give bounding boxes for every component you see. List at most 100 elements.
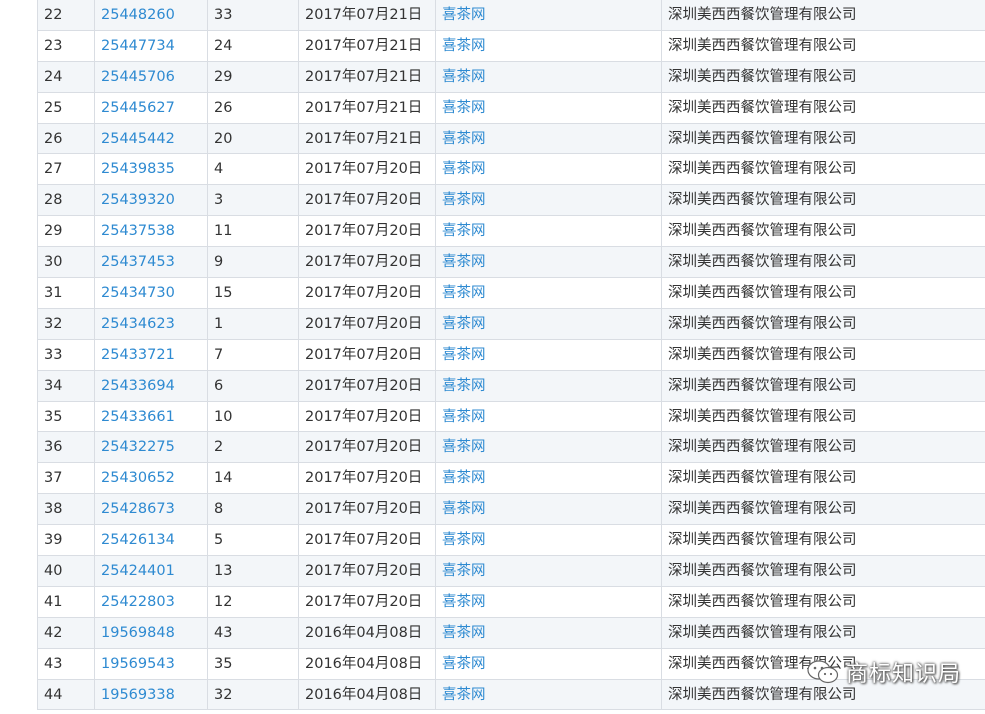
trademark-table: 22 25448260 33 2017年07月21日 喜茶网 深圳美西西餐饮管理有限公司 2… bbox=[37, 0, 985, 711]
trademark-name-link[interactable]: 喜茶网 bbox=[435, 184, 662, 217]
owner-cell: 深圳美西西餐饮管理有限公司 bbox=[661, 338, 985, 371]
date-cell: 2017年07月21日 bbox=[298, 91, 436, 124]
date-cell: 2016年04月08日 bbox=[298, 616, 436, 649]
registration-number-link[interactable]: 25433661 bbox=[94, 400, 208, 433]
registration-number-link[interactable]: 25447734 bbox=[94, 29, 208, 62]
seq-cell: 38 bbox=[37, 493, 95, 526]
registration-number-link[interactable]: 19569338 bbox=[94, 678, 208, 711]
table-row: 26 25445442 20 2017年07月21日 喜茶网 深圳美西西餐饮管理有限公司 bbox=[37, 122, 985, 155]
seq-cell: 25 bbox=[37, 91, 95, 124]
owner-cell: 深圳美西西餐饮管理有限公司 bbox=[661, 307, 985, 340]
date-cell: 2016年04月08日 bbox=[298, 678, 436, 711]
date-cell: 2017年07月20日 bbox=[298, 431, 436, 464]
table-row: 25 25445627 26 2017年07月21日 喜茶网 深圳美西西餐饮管理有限公司 bbox=[37, 91, 985, 124]
trademark-name-link[interactable]: 喜茶网 bbox=[435, 585, 662, 618]
class-cell: 24 bbox=[207, 29, 299, 62]
trademark-name-link[interactable]: 喜茶网 bbox=[435, 616, 662, 649]
trademark-name-link[interactable]: 喜茶网 bbox=[435, 122, 662, 155]
owner-cell: 深圳美西西餐饮管理有限公司 bbox=[661, 215, 985, 248]
registration-number-link[interactable]: 25426134 bbox=[94, 524, 208, 557]
registration-number-link[interactable]: 25430652 bbox=[94, 462, 208, 495]
class-cell: 15 bbox=[207, 277, 299, 309]
trademark-name-link[interactable]: 喜茶网 bbox=[435, 29, 662, 62]
registration-number-link[interactable]: 25434623 bbox=[94, 307, 208, 340]
table-row: 27 25439835 4 2017年07月20日 喜茶网 深圳美西西餐饮管理有限公司 bbox=[37, 153, 985, 186]
owner-cell: 深圳美西西餐饮管理有限公司 bbox=[661, 524, 985, 557]
class-cell: 26 bbox=[207, 91, 299, 124]
trademark-name-link[interactable]: 喜茶网 bbox=[435, 60, 662, 93]
class-cell: 11 bbox=[207, 215, 299, 248]
class-cell: 1 bbox=[207, 307, 299, 340]
class-cell: 4 bbox=[207, 153, 299, 186]
seq-cell: 32 bbox=[37, 307, 95, 340]
class-cell: 7 bbox=[207, 338, 299, 371]
owner-cell: 深圳美西西餐饮管理有限公司 bbox=[661, 91, 985, 124]
table-row: 32 25434623 1 2017年07月20日 喜茶网 深圳美西西餐饮管理有限公司 bbox=[37, 307, 985, 340]
registration-number-link[interactable]: 25445442 bbox=[94, 122, 208, 155]
registration-number-link[interactable]: 19569848 bbox=[94, 616, 208, 649]
seq-cell: 37 bbox=[37, 462, 95, 495]
owner-cell: 深圳美西西餐饮管理有限公司 bbox=[661, 122, 985, 155]
registration-number-link[interactable]: 25445706 bbox=[94, 60, 208, 93]
seq-cell: 23 bbox=[37, 29, 95, 62]
seq-cell: 41 bbox=[37, 585, 95, 618]
trademark-name-link[interactable]: 喜茶网 bbox=[435, 369, 662, 402]
registration-number-link[interactable]: 25439320 bbox=[94, 184, 208, 217]
owner-cell: 深圳美西西餐饮管理有限公司 bbox=[661, 616, 985, 649]
registration-number-link[interactable]: 25433694 bbox=[94, 369, 208, 402]
seq-cell: 35 bbox=[37, 400, 95, 433]
trademark-name-link[interactable]: 喜茶网 bbox=[435, 400, 662, 433]
registration-number-link[interactable]: 25445627 bbox=[94, 91, 208, 124]
trademark-name-link[interactable]: 喜茶网 bbox=[435, 215, 662, 248]
seq-cell: 24 bbox=[37, 60, 95, 93]
owner-cell: 深圳美西西餐饮管理有限公司 bbox=[661, 431, 985, 464]
registration-number-link[interactable]: 25437453 bbox=[94, 246, 208, 279]
trademark-name-link[interactable]: 喜茶网 bbox=[435, 246, 662, 279]
trademark-name-link[interactable]: 喜茶网 bbox=[435, 91, 662, 124]
trademark-name-link[interactable]: 喜茶网 bbox=[435, 462, 662, 495]
table-row: 41 25422803 12 2017年07月20日 喜茶网 深圳美西西餐饮管理有限公司 bbox=[37, 585, 985, 618]
registration-number-link[interactable]: 25434730 bbox=[94, 277, 208, 309]
table-row: 28 25439320 3 2017年07月20日 喜茶网 深圳美西西餐饮管理有限公司 bbox=[37, 184, 985, 217]
registration-number-link[interactable]: 25448260 bbox=[94, 0, 208, 31]
date-cell: 2017年07月20日 bbox=[298, 585, 436, 618]
registration-number-link[interactable]: 25428673 bbox=[94, 493, 208, 526]
date-cell: 2017年07月20日 bbox=[298, 524, 436, 557]
trademark-name-link[interactable]: 喜茶网 bbox=[435, 0, 662, 31]
watermark: 商标知识局 bbox=[806, 652, 961, 692]
registration-number-link[interactable]: 25439835 bbox=[94, 153, 208, 186]
registration-number-link[interactable]: 19569543 bbox=[94, 647, 208, 680]
class-cell: 9 bbox=[207, 246, 299, 279]
owner-cell: 深圳美西西餐饮管理有限公司 bbox=[661, 60, 985, 93]
seq-cell: 44 bbox=[37, 678, 95, 711]
table-row: 39 25426134 5 2017年07月20日 喜茶网 深圳美西西餐饮管理有限公司 bbox=[37, 524, 985, 557]
trademark-name-link[interactable]: 喜茶网 bbox=[435, 277, 662, 309]
date-cell: 2017年07月20日 bbox=[298, 369, 436, 402]
seq-cell: 26 bbox=[37, 122, 95, 155]
registration-number-link[interactable]: 25424401 bbox=[94, 555, 208, 587]
seq-cell: 39 bbox=[37, 524, 95, 557]
seq-cell: 40 bbox=[37, 555, 95, 587]
trademark-name-link[interactable]: 喜茶网 bbox=[435, 678, 662, 711]
table-row: 36 25432275 2 2017年07月20日 喜茶网 深圳美西西餐饮管理有限公司 bbox=[37, 431, 985, 464]
owner-cell: 深圳美西西餐饮管理有限公司 bbox=[661, 462, 985, 495]
registration-number-link[interactable]: 25432275 bbox=[94, 431, 208, 464]
owner-cell: 深圳美西西餐饮管理有限公司 bbox=[661, 555, 985, 587]
trademark-table-body: 22 25448260 33 2017年07月21日 喜茶网 深圳美西西餐饮管理有限公司 2… bbox=[37, 0, 985, 711]
registration-number-link[interactable]: 25433721 bbox=[94, 338, 208, 371]
owner-cell: 深圳美西西餐饮管理有限公司 bbox=[661, 277, 985, 309]
registration-number-link[interactable]: 25422803 bbox=[94, 585, 208, 618]
trademark-name-link[interactable]: 喜茶网 bbox=[435, 647, 662, 680]
trademark-name-link[interactable]: 喜茶网 bbox=[435, 307, 662, 340]
trademark-table-container: 22 25448260 33 2017年07月21日 喜茶网 深圳美西西餐饮管理有限公司 2… bbox=[37, 0, 985, 714]
trademark-name-link[interactable]: 喜茶网 bbox=[435, 153, 662, 186]
date-cell: 2017年07月21日 bbox=[298, 60, 436, 93]
trademark-name-link[interactable]: 喜茶网 bbox=[435, 524, 662, 557]
registration-number-link[interactable]: 25437538 bbox=[94, 215, 208, 248]
trademark-name-link[interactable]: 喜茶网 bbox=[435, 493, 662, 526]
trademark-name-link[interactable]: 喜茶网 bbox=[435, 431, 662, 464]
table-row: 24 25445706 29 2017年07月21日 喜茶网 深圳美西西餐饮管理有限公司 bbox=[37, 60, 985, 93]
trademark-name-link[interactable]: 喜茶网 bbox=[435, 555, 662, 587]
date-cell: 2017年07月21日 bbox=[298, 122, 436, 155]
trademark-name-link[interactable]: 喜茶网 bbox=[435, 338, 662, 371]
